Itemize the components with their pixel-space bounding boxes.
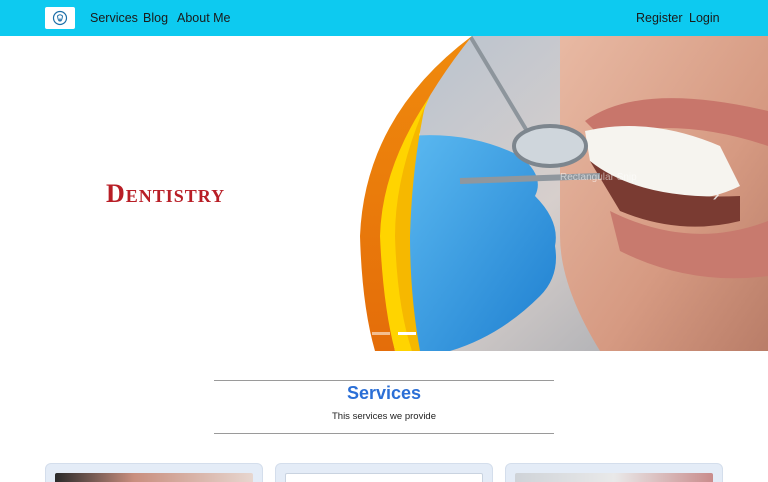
nav-link-about-me[interactable]: About Me <box>177 11 231 25</box>
overlay-caption: Rectangular Snip <box>560 172 637 183</box>
service-card-3[interactable] <box>505 463 723 482</box>
logo[interactable] <box>45 7 75 29</box>
nav-link-services[interactable]: Services <box>90 11 138 25</box>
hero-carousel: Dentistry Rectangular Snip › <box>0 36 768 351</box>
hero-title: Dentistry <box>106 179 226 208</box>
divider-top <box>214 380 554 381</box>
section-title: Services <box>346 383 422 403</box>
divider-bottom <box>214 433 554 434</box>
card-image <box>515 473 713 482</box>
service-card-1[interactable] <box>45 463 263 482</box>
tooth-logo-icon <box>52 10 68 26</box>
card-image <box>55 473 253 482</box>
navbar: Services Blog About Me Register Login <box>0 0 768 36</box>
service-card-2[interactable] <box>275 463 493 482</box>
carousel-indicator-1[interactable] <box>372 332 390 335</box>
carousel-indicator-2[interactable] <box>398 332 416 335</box>
section-subtitle: This services we provide <box>331 411 436 422</box>
card-image <box>285 473 483 482</box>
chevron-right-icon[interactable]: › <box>706 182 726 206</box>
nav-link-blog[interactable]: Blog <box>143 11 168 25</box>
nav-link-register[interactable]: Register <box>636 11 683 25</box>
nav-link-login[interactable]: Login <box>689 11 720 25</box>
